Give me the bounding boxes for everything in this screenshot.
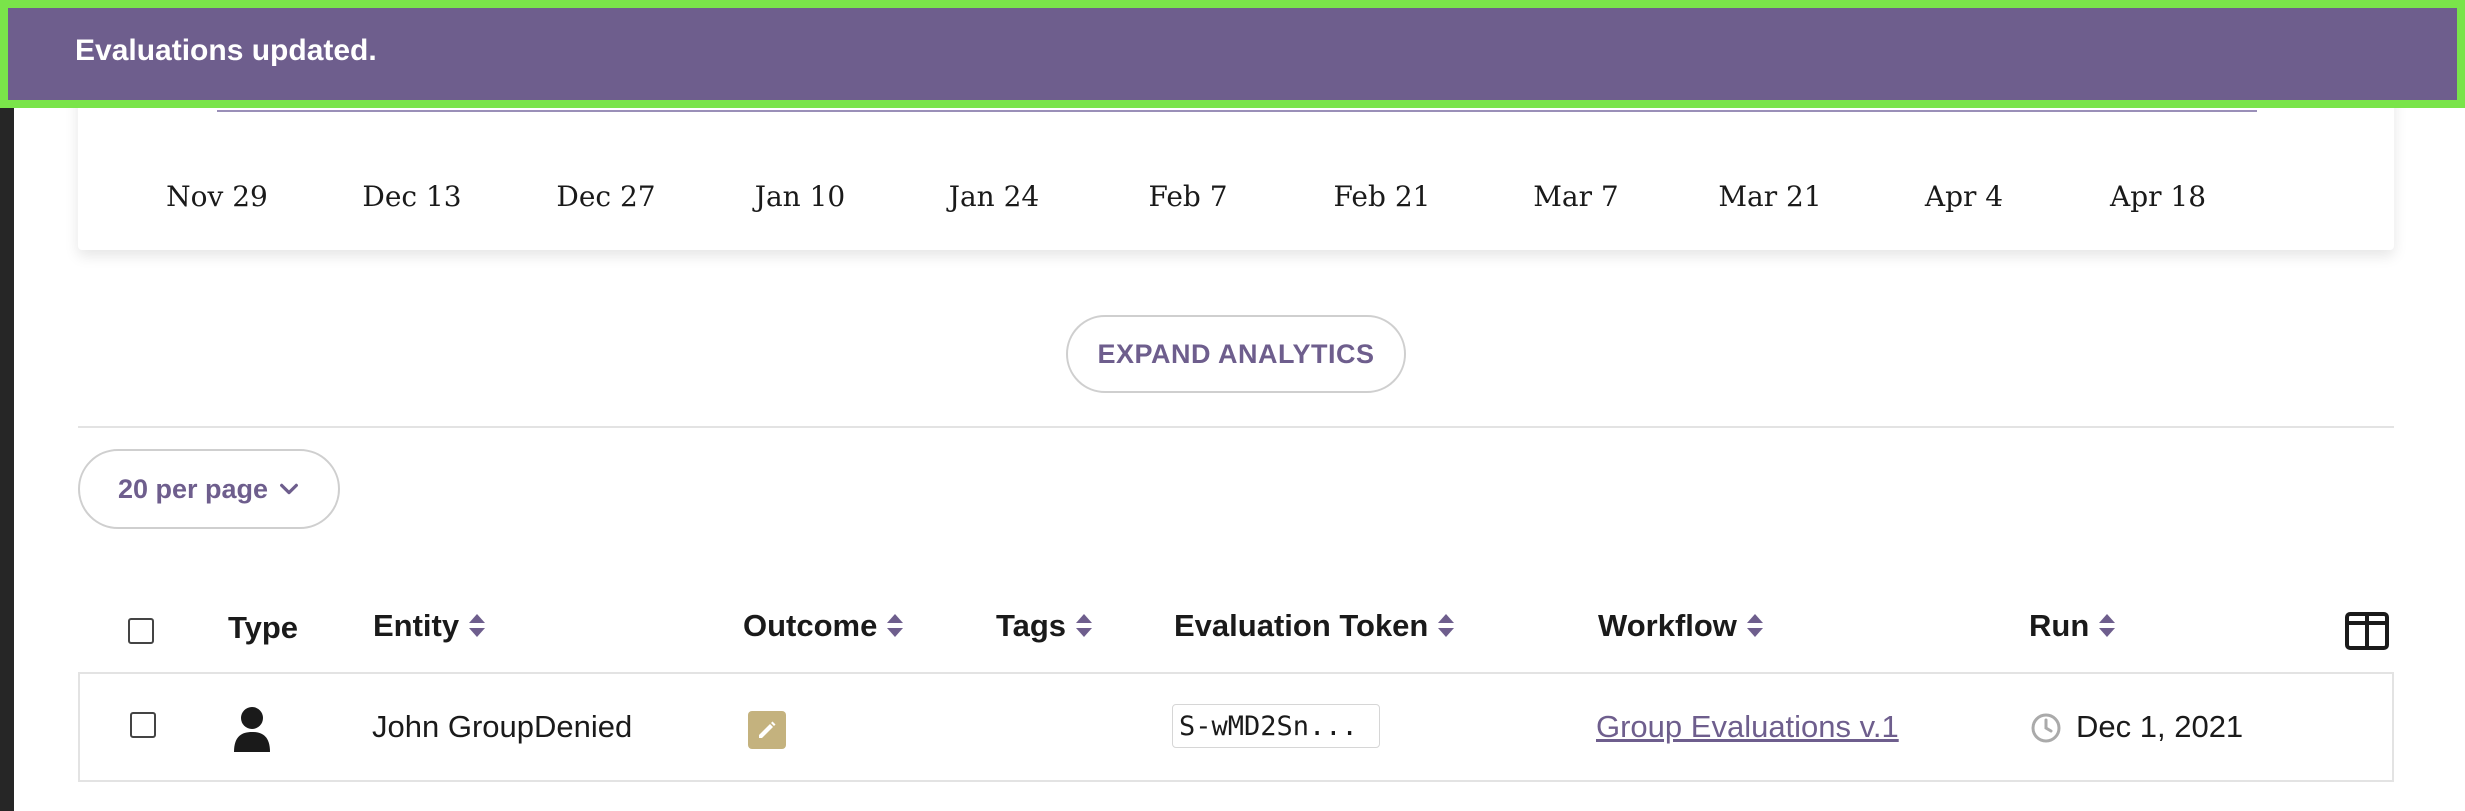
column-label: Workflow <box>1598 608 1737 643</box>
chart-baseline <box>217 110 2257 112</box>
x-tick-label: Dec 13 <box>362 180 462 213</box>
sort-icon <box>469 614 486 637</box>
clock-icon <box>2031 713 2061 743</box>
window-edge <box>0 0 14 811</box>
table-row[interactable]: John GroupDenied S-wMD2Sn... Group Evalu… <box>78 672 2394 782</box>
column-label: Evaluation Token <box>1174 608 1429 643</box>
sort-icon <box>887 614 904 637</box>
column-label: Type <box>228 610 299 645</box>
x-tick-label: Nov 29 <box>166 180 268 213</box>
x-tick-label: Feb 7 <box>1148 180 1228 213</box>
per-page-dropdown[interactable]: 20 per page <box>78 449 340 529</box>
column-header-type: Type <box>228 610 298 646</box>
table-header: Type Entity Outcome Tags Evaluation Toke… <box>78 590 2394 674</box>
column-header-tags[interactable]: Tags <box>996 608 1094 644</box>
select-all-checkbox[interactable] <box>128 618 154 644</box>
column-header-run[interactable]: Run <box>2029 608 2117 644</box>
column-label: Tags <box>996 608 1067 643</box>
per-page-label: 20 per page <box>117 473 269 504</box>
column-label: Outcome <box>743 608 878 643</box>
run-date: Dec 1, 2021 <box>2076 709 2244 744</box>
section-divider <box>78 426 2394 428</box>
x-tick-label: Mar 7 <box>1533 180 1619 213</box>
page: Nov 29 Dec 13 Dec 27 Jan 10 Jan 24 Feb 7… <box>0 0 2465 811</box>
x-tick-label: Jan 24 <box>948 180 1040 213</box>
sort-icon <box>1746 614 1763 637</box>
sort-icon <box>2099 614 2116 637</box>
x-tick-label: Apr 18 <box>2109 180 2207 213</box>
pencil-icon <box>759 721 776 738</box>
x-tick-label: Mar 21 <box>1718 180 1822 213</box>
column-header-entity[interactable]: Entity <box>373 608 487 644</box>
x-tick-label: Apr 4 <box>1924 180 2004 213</box>
outcome-badge <box>748 711 786 749</box>
column-header-evaluation-token[interactable]: Evaluation Token <box>1174 608 1456 644</box>
x-tick-label: Jan 10 <box>754 180 846 213</box>
evaluation-token[interactable]: S-wMD2Sn... <box>1172 704 1380 748</box>
x-tick-label: Dec 27 <box>556 180 656 213</box>
chart-x-axis: Nov 29 Dec 13 Dec 27 Jan 10 Jan 24 Feb 7… <box>78 180 2394 220</box>
person-icon <box>234 707 270 752</box>
workflow-link[interactable]: Group Evaluations v.1 <box>1596 709 1899 745</box>
chevron-down-icon <box>280 483 298 495</box>
sort-icon <box>1438 614 1455 637</box>
column-label: Run <box>2029 608 2090 643</box>
column-header-outcome[interactable]: Outcome <box>743 608 905 644</box>
sort-icon <box>1076 614 1093 637</box>
column-header-workflow[interactable]: Workflow <box>1598 608 1765 644</box>
column-label: Entity <box>373 608 460 643</box>
entity-name: John GroupDenied <box>372 709 633 744</box>
x-tick-label: Feb 21 <box>1333 180 1431 213</box>
notification-message: Evaluations updated. <box>75 34 377 67</box>
expand-analytics-button[interactable]: EXPAND ANALYTICS <box>1066 315 1406 393</box>
row-checkbox[interactable] <box>130 712 156 738</box>
notification-banner: Evaluations updated. <box>0 0 2465 108</box>
columns-icon[interactable] <box>2345 612 2389 650</box>
